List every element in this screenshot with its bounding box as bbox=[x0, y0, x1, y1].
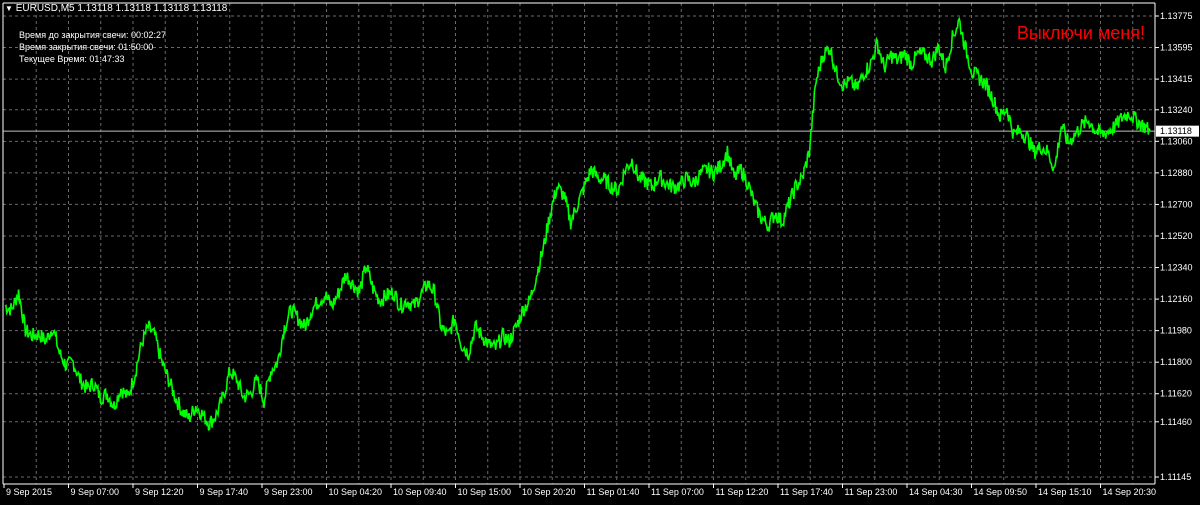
price-chart[interactable]: 1.13775 1.13595 1.13415 1.13240 1.13060 1.128… bbox=[0, 0, 1200, 500]
price-tick-label: 1.13415 bbox=[1160, 74, 1193, 84]
price-tick-label: 1.12700 bbox=[1160, 199, 1193, 209]
triangle-down-icon[interactable]: ▼ bbox=[5, 4, 13, 13]
price-tick-label: 1.11620 bbox=[1160, 389, 1192, 399]
time-tick-label: 14 Sep 20:30 bbox=[1103, 487, 1157, 497]
time-tick-label: 11 Sep 12:20 bbox=[716, 487, 769, 497]
price-tick-label: 1.13060 bbox=[1160, 136, 1193, 146]
price-tick-label: 1.11980 bbox=[1160, 326, 1192, 336]
symbol-ohlc-text: EURUSD,M5 1.13118 1.13118 1.13118 1.1311… bbox=[15, 3, 228, 14]
time-tick-label: 9 Sep 17:40 bbox=[200, 487, 249, 497]
price-axis-ticks: 1.13775 1.13595 1.13415 1.13240 1.13060 1.128… bbox=[1155, 11, 1193, 482]
price-tick-label: 1.13775 bbox=[1160, 11, 1193, 21]
price-tick-label: 1.12520 bbox=[1160, 231, 1193, 241]
price-tick-label: 1.12160 bbox=[1160, 294, 1193, 304]
grid-lines bbox=[3, 3, 1155, 484]
time-tick-label: 9 Sep 12:20 bbox=[135, 487, 184, 497]
price-tick-label: 1.11145 bbox=[1160, 472, 1191, 482]
time-tick-label: 9 Sep 23:00 bbox=[264, 487, 313, 497]
time-tick-label: 10 Sep 20:20 bbox=[522, 487, 576, 497]
current-price-label: 1.13118 bbox=[1156, 125, 1199, 137]
price-tick-label: 1.11460 bbox=[1160, 417, 1192, 427]
time-tick-label: 11 Sep 23:00 bbox=[845, 487, 898, 497]
price-series-line bbox=[4, 16, 1151, 431]
time-tick-label: 14 Sep 09:50 bbox=[974, 487, 1028, 497]
time-tick-label: 10 Sep 09:40 bbox=[393, 487, 447, 497]
time-tick-label: 10 Sep 04:20 bbox=[329, 487, 383, 497]
time-tick-label: 9 Sep 07:00 bbox=[71, 487, 120, 497]
time-tick-label: 9 Sep 2015 bbox=[6, 487, 52, 497]
time-tick-label: 10 Sep 15:00 bbox=[458, 487, 512, 497]
price-tick-label: 1.12880 bbox=[1160, 168, 1193, 178]
svg-text:1.13118: 1.13118 bbox=[1160, 126, 1192, 136]
time-tick-label: 11 Sep 07:00 bbox=[651, 487, 704, 497]
candle-close-time-text: Время закрытия свечи: 01:50:00 bbox=[19, 42, 154, 52]
price-tick-label: 1.13595 bbox=[1160, 43, 1193, 53]
time-tick-label: 14 Sep 04:30 bbox=[909, 487, 963, 497]
time-axis-ticks: 9 Sep 2015 9 Sep 07:00 9 Sep 12:20 9 Sep 17… bbox=[3, 484, 1157, 497]
turn-off-toggle[interactable]: Выключи меня! bbox=[1017, 23, 1145, 44]
time-tick-label: 11 Sep 01:40 bbox=[587, 487, 640, 497]
current-time-text: Текущее Время: 01:47:33 bbox=[19, 54, 125, 64]
price-tick-label: 1.11800 bbox=[1160, 357, 1192, 367]
time-to-close-text: Время до закрытия свечи: 00:02:27 bbox=[19, 30, 167, 40]
time-tick-label: 14 Sep 15:10 bbox=[1038, 487, 1092, 497]
time-tick-label: 11 Sep 17:40 bbox=[780, 487, 833, 497]
chart-title[interactable]: ▼ EURUSD,M5 1.13118 1.13118 1.13118 1.13… bbox=[5, 3, 227, 14]
price-tick-label: 1.12340 bbox=[1160, 263, 1193, 273]
chart-window[interactable]: 1.13775 1.13595 1.13415 1.13240 1.13060 1.128… bbox=[0, 0, 1200, 500]
price-tick-label: 1.13240 bbox=[1160, 105, 1193, 115]
